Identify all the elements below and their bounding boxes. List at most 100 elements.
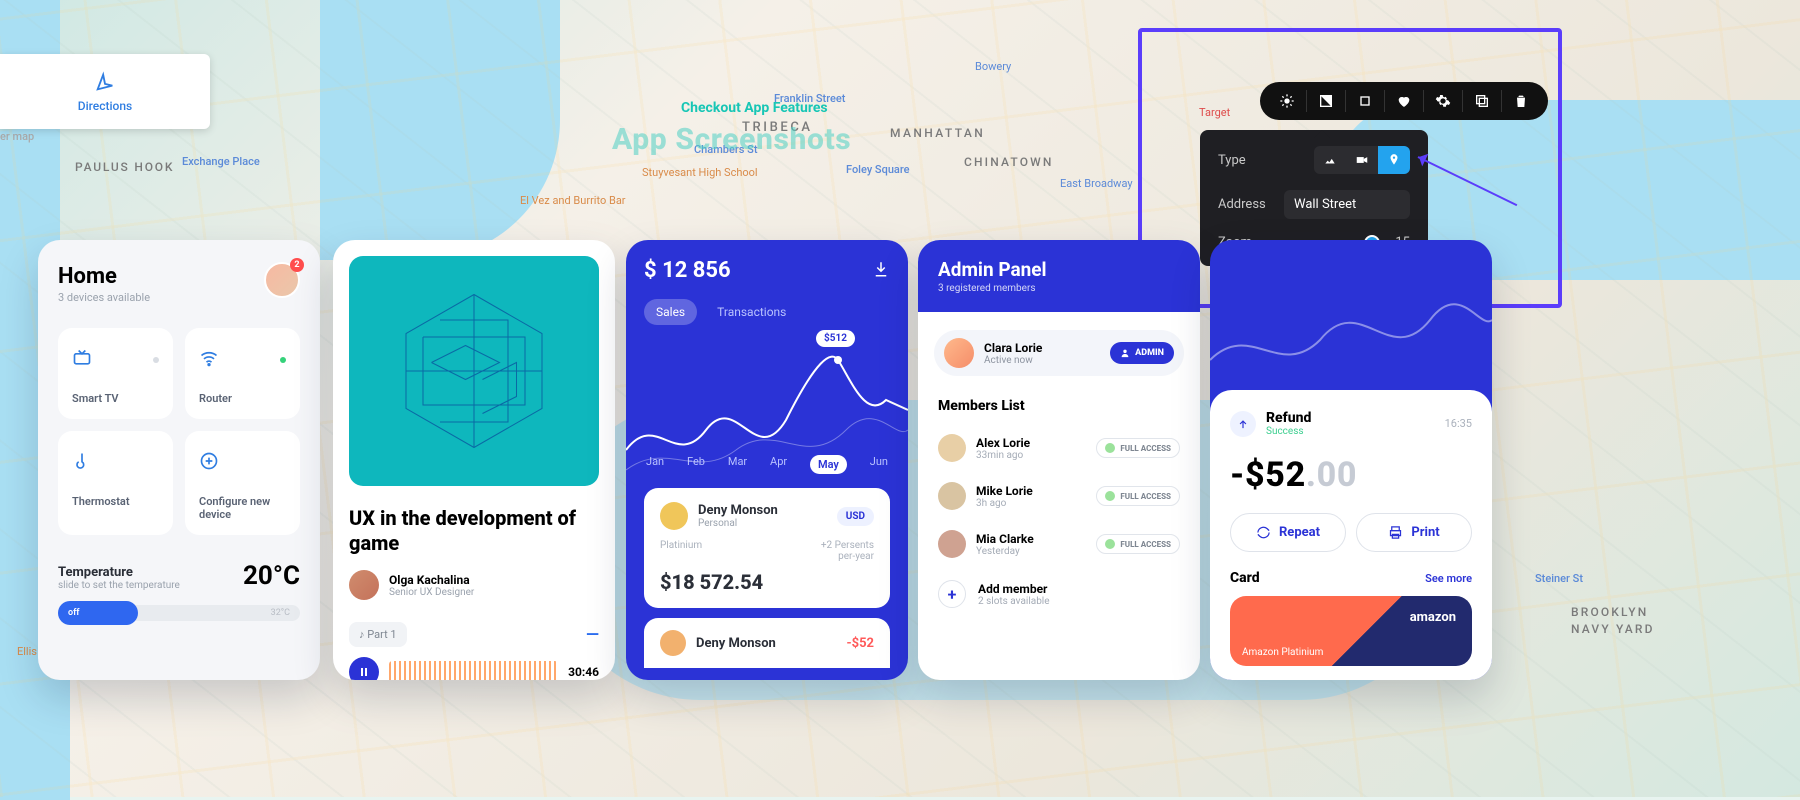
notification-badge: 2	[290, 258, 304, 272]
heart-icon[interactable]	[1387, 85, 1421, 117]
owner-status: Active now	[984, 355, 1042, 366]
type-switcher	[1314, 146, 1410, 174]
tv-icon	[72, 348, 92, 372]
download-icon[interactable]	[872, 260, 890, 282]
screenshot-ux: UX in the development of game Olga Kacha…	[333, 240, 615, 680]
member-row[interactable]: Mia ClarkeYesterday FULL ACCESS	[918, 520, 1200, 568]
add-member-label: Add member	[978, 582, 1050, 596]
see-more-link[interactable]: See more	[1425, 572, 1472, 585]
thermostat-icon	[72, 451, 92, 475]
section-subtitle: Checkout App Features	[681, 100, 828, 116]
map-label: Foley Square	[846, 163, 910, 176]
access-badge: FULL ACCESS	[1096, 486, 1180, 506]
screenshot-sales: $ 12 856 Sales Transactions $512 Jan Feb…	[626, 240, 908, 680]
map-poi: Stuyvesant High School	[642, 166, 758, 179]
tile-configure[interactable]: Configure new device	[185, 431, 300, 535]
tab-transactions[interactable]: Transactions	[705, 299, 798, 325]
member-avatar	[938, 482, 966, 510]
wifi-icon	[199, 348, 219, 372]
address-input[interactable]	[1284, 190, 1410, 219]
sales-line-chart	[626, 340, 908, 480]
author-avatar	[349, 570, 379, 600]
invert-icon[interactable]	[1309, 85, 1343, 117]
directions-button[interactable]: Directions	[0, 54, 210, 129]
map-label: CHINATOWN	[964, 155, 1054, 169]
author-role: Senior UX Designer	[389, 587, 474, 598]
plan-amount: $18 572.54	[660, 570, 874, 594]
print-button[interactable]: Print	[1356, 513, 1472, 552]
add-member-sub: 2 slots available	[978, 596, 1050, 607]
owner-row[interactable]: Clara Lorie Active now ADMIN	[934, 330, 1184, 376]
upload-icon	[1230, 411, 1256, 437]
pause-button[interactable]	[349, 657, 379, 680]
member-row[interactable]: Alex Lorie33min ago FULL ACCESS	[918, 424, 1200, 472]
brightness-icon[interactable]	[1270, 85, 1304, 117]
user-avatar	[660, 630, 686, 656]
type-image-button[interactable]	[1314, 146, 1346, 174]
refund-amount: -$52.00	[1230, 455, 1472, 495]
member-avatar	[938, 434, 966, 462]
tile-label: Smart TV	[72, 392, 159, 405]
user-name: Deny Monson	[698, 503, 827, 518]
member-row[interactable]: Mike Lorie3h ago FULL ACCESS	[918, 472, 1200, 520]
admin-badge: ADMIN	[1110, 342, 1174, 364]
map-poi: El Vez and Burrito Bar	[520, 194, 626, 207]
copy-icon[interactable]	[1465, 85, 1499, 117]
member-name: Alex Lorie	[976, 436, 1030, 450]
track-time: 30:46	[568, 665, 599, 679]
perk-label: +2 Persents	[821, 540, 874, 551]
map-label: PAULUS HOOK	[75, 160, 174, 174]
user-name: Deny Monson	[696, 636, 837, 651]
section-title: App Screenshots	[612, 122, 851, 157]
author-name: Olga Kachalina	[389, 573, 474, 587]
type-label: Type	[1218, 153, 1246, 168]
plus-icon: +	[938, 580, 966, 608]
card-section-title: Card	[1230, 570, 1260, 586]
owner-name: Clara Lorie	[984, 341, 1042, 355]
track-chip[interactable]: ♪ Part 1	[349, 622, 407, 647]
add-member-button[interactable]: + Add member2 slots available	[918, 568, 1200, 620]
plan-label: Platinium	[660, 540, 702, 562]
admin-subtitle: 3 registered members	[938, 283, 1180, 294]
type-map-button[interactable]	[1378, 146, 1410, 174]
waveform[interactable]	[389, 661, 558, 680]
member-meta: Yesterday	[976, 546, 1034, 557]
member-avatar	[938, 530, 966, 558]
refund-time: 16:35	[1445, 417, 1472, 430]
crop-icon[interactable]	[1348, 85, 1382, 117]
tile-label: Thermostat	[72, 495, 159, 508]
tile-router[interactable]: Router	[185, 328, 300, 419]
access-badge: FULL ACCESS	[1096, 438, 1180, 458]
type-video-button[interactable]	[1346, 146, 1378, 174]
temperature-hint: slide to set the temperature	[58, 580, 180, 591]
trash-icon[interactable]	[1504, 85, 1538, 117]
temperature-label: Temperature	[58, 565, 180, 580]
member-name: Mike Lorie	[976, 484, 1033, 498]
illustration	[349, 256, 599, 486]
access-badge: FULL ACCESS	[1096, 534, 1180, 554]
temperature-value: 20°C	[243, 561, 300, 591]
map-label: Steiner St	[1535, 572, 1583, 585]
refund-title: Refund	[1266, 410, 1311, 426]
user-avatar	[660, 502, 688, 530]
temperature-slider[interactable]: off 32°C	[58, 605, 300, 621]
tile-smart-tv[interactable]: Smart TV	[58, 328, 173, 419]
tab-sales[interactable]: Sales	[644, 299, 697, 325]
map-label: MANHATTAN	[890, 126, 985, 140]
card-sub: Amazon Platinium	[1242, 647, 1323, 658]
directions-label: Directions	[78, 99, 132, 113]
payment-card[interactable]: Amazon Platinium amazon	[1230, 596, 1472, 666]
equalizer-icon[interactable]: —	[586, 625, 599, 645]
range-min: off	[68, 608, 80, 618]
tile-thermostat[interactable]: Thermostat	[58, 431, 173, 535]
range-max: 32°C	[271, 608, 290, 618]
map-label: BROOKLYN	[1571, 605, 1648, 619]
member-name: Mia Clarke	[976, 532, 1034, 546]
admin-title: Admin Panel	[938, 258, 1180, 281]
map-poi: East Broadway	[1060, 177, 1133, 190]
tile-label: Configure new device	[199, 495, 286, 521]
repeat-button[interactable]: Repeat	[1230, 513, 1346, 552]
gear-icon[interactable]	[1426, 85, 1460, 117]
card-brand: amazon	[1410, 610, 1456, 625]
amount-negative: -$52	[847, 636, 875, 651]
